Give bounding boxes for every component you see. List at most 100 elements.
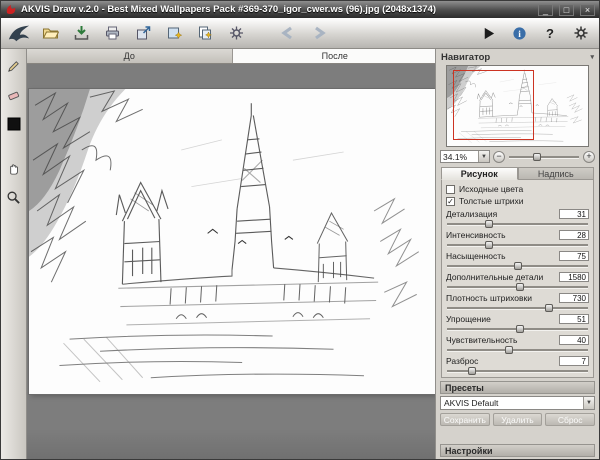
quick-process-button[interactable] (193, 21, 217, 45)
redo-arrow-icon[interactable] (307, 21, 331, 45)
param-label: Насыщенность (446, 251, 506, 261)
collapse-icon[interactable]: ▾ (590, 53, 594, 61)
param-value-input[interactable]: 28 (559, 230, 589, 240)
param-label: Упрощение (446, 314, 491, 324)
print-button[interactable] (100, 21, 124, 45)
slider-thumb[interactable] (516, 325, 524, 333)
chevron-down-icon[interactable]: ▼ (583, 397, 594, 409)
param-simplification: Упрощение 51 (446, 313, 589, 333)
slider-thumb[interactable] (485, 241, 493, 249)
param-hatching-density: Плотность штриховки 730 (446, 292, 589, 312)
effects-gear-button[interactable] (224, 21, 248, 45)
zoom-out-button[interactable]: − (493, 151, 505, 163)
slider-thumb[interactable] (468, 367, 476, 375)
param-slider[interactable] (447, 219, 588, 228)
param-value-input[interactable]: 7 (559, 356, 589, 366)
zoom-value: 34.1% (441, 152, 478, 162)
svg-text:i: i (518, 29, 521, 39)
tab-drawing[interactable]: Рисунок (441, 167, 518, 180)
thick-strokes-checkbox[interactable]: ✓ (446, 197, 455, 206)
param-value-input[interactable]: 1580 (559, 272, 589, 282)
param-sensitivity: Чувствительность 40 (446, 334, 589, 354)
run-button[interactable] (476, 21, 500, 45)
chevron-down-icon[interactable]: ▼ (478, 151, 489, 162)
main-toolbar: i ? (1, 18, 599, 49)
zoom-in-button[interactable]: + (583, 151, 595, 163)
preferences-gear-button[interactable] (569, 21, 593, 45)
open-button[interactable] (38, 21, 62, 45)
param-slider[interactable] (447, 303, 588, 312)
preset-selected: AKVIS Default (441, 398, 583, 408)
parameters-box: Исходные цвета ✓ Толстые штрихи Детализа… (441, 180, 594, 378)
slider-thumb[interactable] (514, 262, 522, 270)
navigator-header: Навигатор ▾ (440, 51, 595, 63)
param-detail: Детализация 31 (446, 208, 589, 228)
slider-thumb[interactable] (516, 283, 524, 291)
share-button[interactable] (131, 21, 155, 45)
delete-preset-button[interactable]: Удалить (493, 413, 543, 426)
info-button[interactable]: i (507, 21, 531, 45)
param-slider[interactable] (447, 261, 588, 270)
tab-before[interactable]: До (27, 49, 233, 63)
batch-process-button[interactable] (162, 21, 186, 45)
pencil-tool[interactable] (4, 56, 24, 76)
preset-dropdown[interactable]: AKVIS Default ▼ (440, 396, 595, 410)
param-label: Интенсивность (446, 230, 506, 240)
param-slider[interactable] (447, 240, 588, 249)
eraser-tool[interactable] (4, 85, 24, 105)
tab-text[interactable]: Надпись (518, 167, 595, 180)
param-label: Разброс (446, 356, 478, 366)
minimize-button[interactable]: _ (538, 4, 553, 16)
param-value-input[interactable]: 31 (559, 209, 589, 219)
zoom-slider[interactable] (508, 151, 580, 163)
slider-thumb[interactable] (545, 304, 553, 312)
param-value-input[interactable]: 51 (559, 314, 589, 324)
navigator-title: Навигатор (441, 52, 490, 63)
help-button[interactable]: ? (538, 21, 562, 45)
param-saturation: Насыщенность 75 (446, 250, 589, 270)
zoom-combobox[interactable]: 34.1% ▼ (440, 150, 490, 163)
canvas-area: До После (27, 49, 437, 459)
checkbox-label: Толстые штрихи (459, 196, 524, 206)
akvis-eagle-logo (7, 21, 31, 45)
param-slider[interactable] (447, 324, 588, 333)
param-label: Чувствительность (446, 335, 517, 345)
param-additional-details: Дополнительные детали1580 (446, 271, 589, 291)
param-slider[interactable] (447, 282, 588, 291)
original-colors-checkbox[interactable] (446, 185, 455, 194)
hand-tool[interactable] (4, 158, 24, 178)
preset-buttons: Сохранить Удалить Сброс (440, 413, 595, 426)
undo-arrow-icon[interactable] (276, 21, 300, 45)
akvis-red-icon (5, 4, 17, 16)
param-label: Плотность штриховки (446, 293, 532, 303)
save-button[interactable] (69, 21, 93, 45)
param-slider[interactable] (447, 345, 588, 354)
presets-header[interactable]: Пресеты (440, 381, 595, 394)
param-value-input[interactable]: 75 (559, 251, 589, 261)
param-label: Детализация (446, 209, 497, 219)
parameter-tabs: Рисунок Надпись (440, 167, 595, 180)
param-slider[interactable] (447, 366, 588, 375)
settings-section-header[interactable]: Настройки (440, 444, 595, 457)
zoom-tool[interactable] (4, 187, 24, 207)
save-preset-button[interactable]: Сохранить (440, 413, 490, 426)
param-scatter: Разброс 7 (446, 355, 589, 375)
sketch-image (29, 89, 435, 394)
maximize-button[interactable]: □ (559, 4, 574, 16)
zoom-controls: 34.1% ▼ − + (440, 150, 595, 163)
tab-after[interactable]: После (233, 49, 438, 63)
checkbox-row: Исходные цвета (446, 183, 589, 195)
param-value-input[interactable]: 730 (559, 293, 589, 303)
param-value-input[interactable]: 40 (559, 335, 589, 345)
zoom-slider-thumb[interactable] (533, 153, 541, 161)
navigator-view-frame[interactable] (453, 70, 535, 140)
color-swatch[interactable] (4, 114, 24, 134)
slider-thumb[interactable] (505, 346, 513, 354)
param-intensity: Интенсивность 28 (446, 229, 589, 249)
close-button[interactable]: × (580, 4, 595, 16)
title-bar[interactable]: AKVIS Draw v.2.0 - Best Mixed Wallpapers… (1, 1, 599, 18)
checkbox-label: Исходные цвета (459, 184, 523, 194)
navigator-thumbnail[interactable] (446, 65, 589, 147)
reset-preset-button[interactable]: Сброс (545, 413, 595, 426)
slider-thumb[interactable] (485, 220, 493, 228)
